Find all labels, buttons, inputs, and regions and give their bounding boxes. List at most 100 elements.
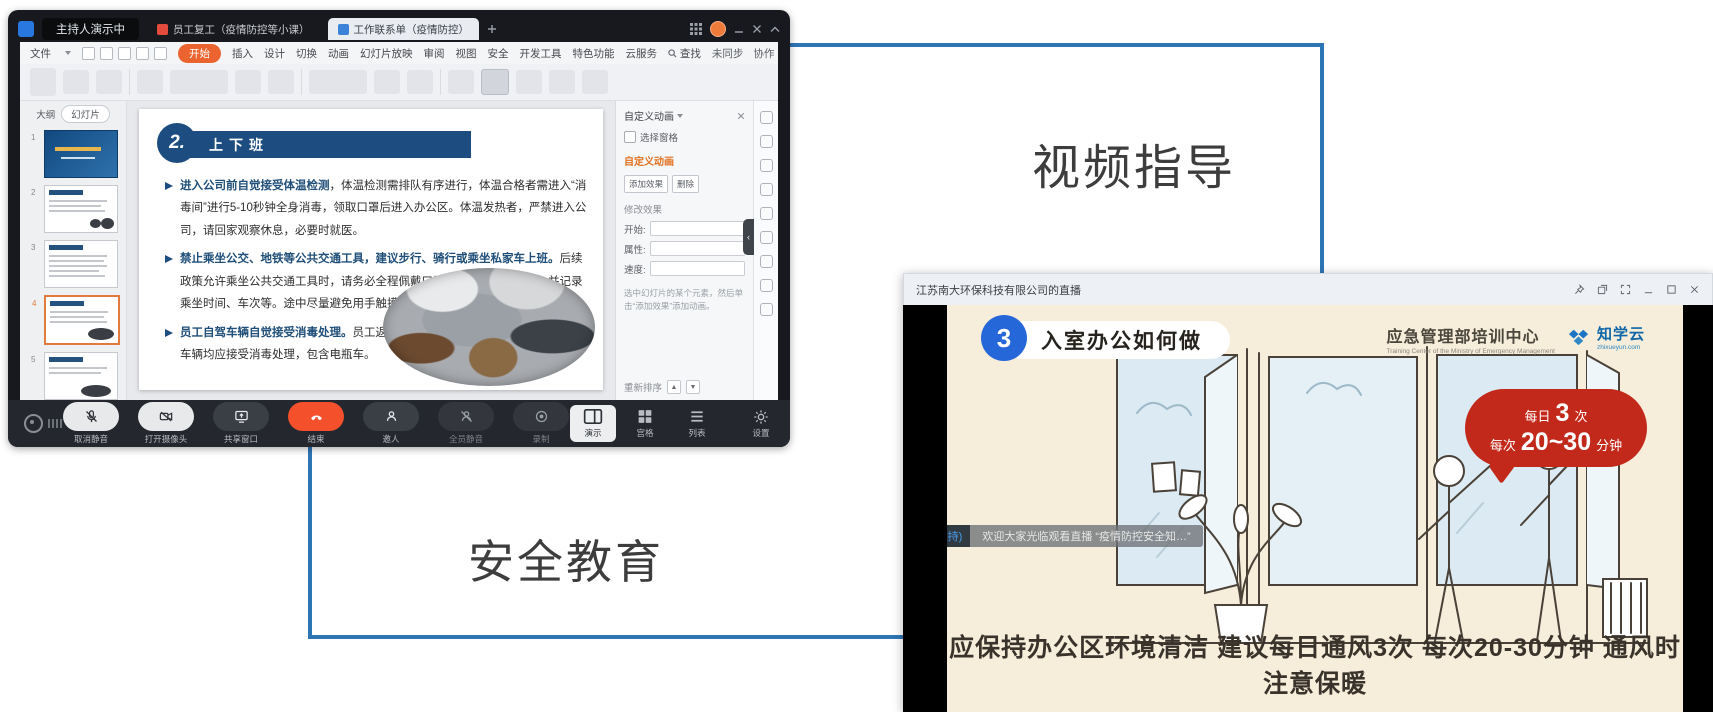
strip-tool-icon[interactable]	[760, 207, 773, 220]
slide-canvas-area: 2. 上下班 进入公司前自觉接受体温检测，体温检测需排队有序进行，体温合格者需进…	[127, 101, 615, 400]
menu-view[interactable]: 视图	[456, 46, 477, 61]
custom-animation-link[interactable]: 自定义动画	[624, 153, 745, 168]
bullet-arrow-icon	[165, 182, 173, 190]
reorder-down-button[interactable]: ▼	[686, 380, 700, 394]
org-name-en: Training Center of the Ministry of Emerg…	[1387, 348, 1555, 355]
video-player-area[interactable]: 3 入室办公如何做 应急管理部培训中心 Training Center of t…	[903, 305, 1713, 712]
strip-tool-icon[interactable]	[760, 135, 773, 148]
share-window-button[interactable]: 共享窗口	[212, 402, 270, 445]
strip-tool-icon[interactable]	[760, 303, 773, 316]
pane-collapse-handle[interactable]: ‹	[743, 219, 754, 255]
office-photo	[383, 268, 595, 386]
strip-tool-icon[interactable]	[760, 231, 773, 244]
menu-slideshow[interactable]: 幻灯片放映	[360, 46, 413, 61]
unmute-button[interactable]: 取消静音	[62, 402, 120, 445]
start-select[interactable]	[650, 221, 745, 236]
camera-on-button[interactable]: 打开摄像头	[137, 402, 195, 445]
menu-security[interactable]: 安全	[488, 46, 509, 61]
connector-line-top	[790, 43, 1324, 47]
wps-doc-tab-2[interactable]: 工作联系单（疫情防控）	[328, 18, 480, 40]
record-button[interactable]: 录制	[512, 402, 570, 445]
strip-tool-icon[interactable]	[760, 255, 773, 268]
tab-outline[interactable]: 大纲	[36, 107, 55, 121]
grid-view-icon	[636, 408, 654, 425]
close-icon[interactable]	[752, 24, 762, 34]
menu-start[interactable]: 开始	[178, 44, 221, 63]
wps-doc-tab-1[interactable]: 员工复工（疫情防控等小课）	[147, 18, 320, 40]
modify-effect-label: 修改效果	[624, 202, 745, 216]
maximize-icon[interactable]	[1666, 284, 1677, 295]
collaborate-button[interactable]: 协作	[753, 46, 774, 61]
pane-close-icon[interactable]	[737, 112, 745, 120]
menu-insert[interactable]: 插入	[232, 46, 253, 61]
popout-icon[interactable]	[1597, 284, 1608, 295]
menu-file[interactable]: 文件	[30, 46, 51, 61]
menu-features[interactable]: 特色功能	[573, 46, 615, 61]
strip-tool-icon[interactable]	[760, 159, 773, 172]
menu-transition[interactable]: 切换	[296, 46, 317, 61]
add-effect-button[interactable]: 添加效果	[624, 175, 668, 193]
close-icon[interactable]	[1689, 284, 1700, 295]
settings-button[interactable]: 设置	[738, 406, 784, 442]
wps-shared-screen: 文件 开始 插入 设计 切换 动画 幻灯片放映 审阅 视图 安全 开发工具 特色…	[20, 42, 778, 400]
view-list-button[interactable]: 列表	[674, 405, 720, 442]
reorder-up-button[interactable]: ▲	[667, 380, 681, 394]
reorder-label: 重新排序	[624, 380, 662, 394]
minimize-icon[interactable]	[734, 24, 744, 34]
ribbon-slide-group[interactable]	[137, 70, 163, 94]
chat-sender-name: 立伟(主持)	[947, 525, 970, 547]
menu-find[interactable]: 查找	[668, 46, 701, 61]
menu-design[interactable]: 设计	[264, 46, 285, 61]
invite-button[interactable]: 邀人	[362, 402, 420, 445]
pin-icon[interactable]	[1574, 284, 1585, 295]
slide-section-number: 2.	[157, 123, 197, 163]
fullscreen-icon[interactable]	[1620, 284, 1631, 295]
slide-thumb-5[interactable]: 5	[44, 352, 118, 400]
doc-file-icon	[338, 24, 349, 35]
field-speed-label: 速度:	[624, 262, 646, 276]
collapse-ribbon-icon[interactable]	[770, 26, 780, 33]
end-call-button[interactable]: 结束	[287, 402, 345, 445]
mute-all-icon	[459, 409, 474, 424]
apps-grid-icon[interactable]	[690, 23, 702, 35]
video-heading-pill: 入室办公如何做	[1003, 321, 1230, 359]
conference-logo	[24, 414, 62, 433]
ribbon-font-box[interactable]	[170, 70, 228, 94]
select-pane-link[interactable]: 选择窗格	[640, 130, 678, 144]
zhixueyun-logo-icon	[1565, 325, 1592, 349]
quick-access-toolbar[interactable]	[82, 47, 167, 60]
slide-thumb-4-current[interactable]: 4	[44, 295, 120, 345]
slide-thumb-3[interactable]: 3	[44, 240, 118, 288]
ribbon-selected-tool[interactable]	[481, 69, 509, 95]
current-slide[interactable]: 2. 上下班 进入公司前自觉接受体温检测，体温检测需排队有序进行，体温合格者需进…	[139, 109, 603, 390]
view-grid-button[interactable]: 宫格	[622, 405, 668, 442]
ribbon-paste-group[interactable]	[30, 68, 56, 96]
minimize-icon[interactable]	[1643, 284, 1654, 295]
menu-review[interactable]: 审阅	[424, 46, 445, 61]
strip-tool-icon[interactable]	[760, 279, 773, 292]
mute-all-button[interactable]: 全员静音	[437, 402, 495, 445]
stage: 视频指导 安全教育 主持人演示中 员工复工（疫情防控等小课） 工作联系单（疫情防…	[0, 0, 1713, 712]
menu-devtools[interactable]: 开发工具	[520, 46, 562, 61]
delete-effect-button[interactable]: 删除	[672, 175, 699, 193]
menu-cloud[interactable]: 云服务	[626, 46, 658, 61]
speed-select[interactable]	[650, 261, 745, 276]
tab-slides[interactable]: 幻灯片	[61, 105, 110, 123]
slide-thumb-2[interactable]: 2	[44, 185, 118, 233]
video-heading: 入室办公如何做	[1041, 325, 1202, 355]
strip-tool-icon[interactable]	[760, 111, 773, 124]
property-select[interactable]	[650, 241, 745, 256]
user-avatar[interactable]	[710, 21, 726, 37]
ribbon-paragraph-group[interactable]	[309, 70, 367, 94]
strip-tool-icon[interactable]	[760, 183, 773, 196]
video-frame: 3 入室办公如何做 应急管理部培训中心 Training Center of t…	[947, 305, 1683, 712]
menu-animation[interactable]: 动画	[328, 46, 349, 61]
new-tab-icon[interactable]	[487, 24, 497, 34]
sync-status[interactable]: 未同步	[712, 46, 744, 61]
host-status-tab[interactable]: 主持人演示中	[42, 18, 139, 40]
caption-video-guide: 视频指导	[1032, 128, 1236, 198]
slide-thumb-1[interactable]: 1	[44, 130, 118, 178]
presenter-view-icon	[583, 408, 603, 425]
view-presenter-button[interactable]: 演示	[570, 405, 616, 442]
field-property-label: 属性:	[624, 242, 646, 256]
